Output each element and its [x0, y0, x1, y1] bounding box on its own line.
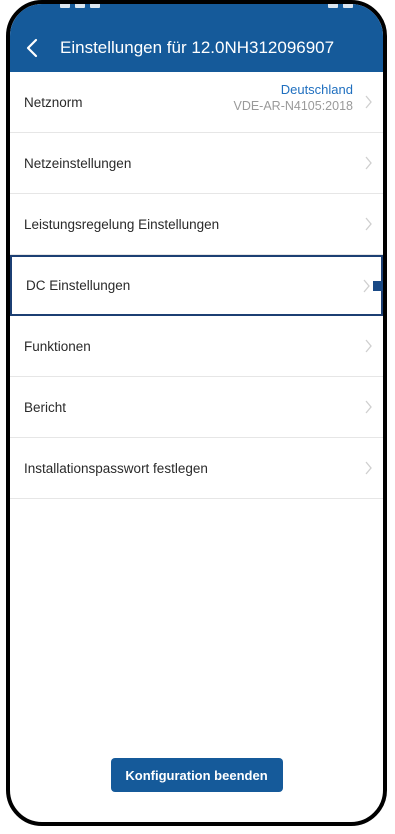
chevron-right-icon	[365, 461, 372, 475]
signal-icon	[343, 4, 353, 8]
menu-item-bericht[interactable]: Bericht	[10, 377, 383, 438]
chevron-right-icon	[363, 279, 370, 292]
finish-configuration-button[interactable]: Konfiguration beenden	[110, 758, 283, 792]
app-header: Einstellungen für 12.0NH312096907	[10, 24, 383, 72]
chevron-right-icon	[365, 339, 372, 353]
back-button[interactable]	[10, 24, 54, 72]
menu-item-label: Installationspasswort festlegen	[24, 460, 208, 476]
highlight-marker	[373, 280, 383, 291]
chevron-right-icon	[365, 400, 372, 414]
chevron-right-icon	[365, 156, 372, 170]
menu-item-leistungsregelung[interactable]: Leistungsregelung Einstellungen	[10, 194, 383, 255]
page-title: Einstellungen für 12.0NH312096907	[60, 38, 335, 57]
notification-icon	[75, 4, 85, 8]
chevron-right-icon	[365, 95, 372, 109]
menu-item-installationspasswort[interactable]: Installationspasswort festlegen	[10, 438, 383, 499]
menu-item-netznorm[interactable]: Netznorm Deutschland VDE-AR-N4105:2018	[10, 72, 383, 133]
chevron-right-icon	[365, 217, 372, 231]
netznorm-country-value: Deutschland	[280, 82, 353, 97]
chevron-left-icon	[26, 38, 38, 58]
netznorm-standard-value: VDE-AR-N4105:2018	[233, 99, 353, 113]
settings-list: Netznorm Deutschland VDE-AR-N4105:2018 N…	[10, 72, 383, 499]
menu-item-netzeinstellungen[interactable]: Netzeinstellungen	[10, 133, 383, 194]
netznorm-values: Deutschland VDE-AR-N4105:2018	[233, 81, 353, 115]
menu-item-dc-einstellungen[interactable]: DC Einstellungen	[10, 255, 383, 316]
menu-item-label: Bericht	[24, 399, 67, 415]
status-icons-right	[328, 4, 353, 8]
phone-frame: Einstellungen für 12.0NH312096907 Netzno…	[6, 0, 387, 826]
menu-item-funktionen[interactable]: Funktionen	[10, 316, 383, 377]
wifi-icon	[328, 4, 338, 8]
menu-item-label: Netzeinstellungen	[24, 155, 132, 171]
menu-item-label: DC Einstellungen	[26, 278, 131, 293]
notification-icon	[60, 4, 70, 8]
menu-item-label: Funktionen	[24, 338, 91, 354]
menu-item-label: Leistungsregelung Einstellungen	[24, 216, 220, 232]
status-bar	[10, 4, 383, 24]
notification-icon	[90, 4, 100, 8]
status-icons-left	[60, 4, 100, 8]
